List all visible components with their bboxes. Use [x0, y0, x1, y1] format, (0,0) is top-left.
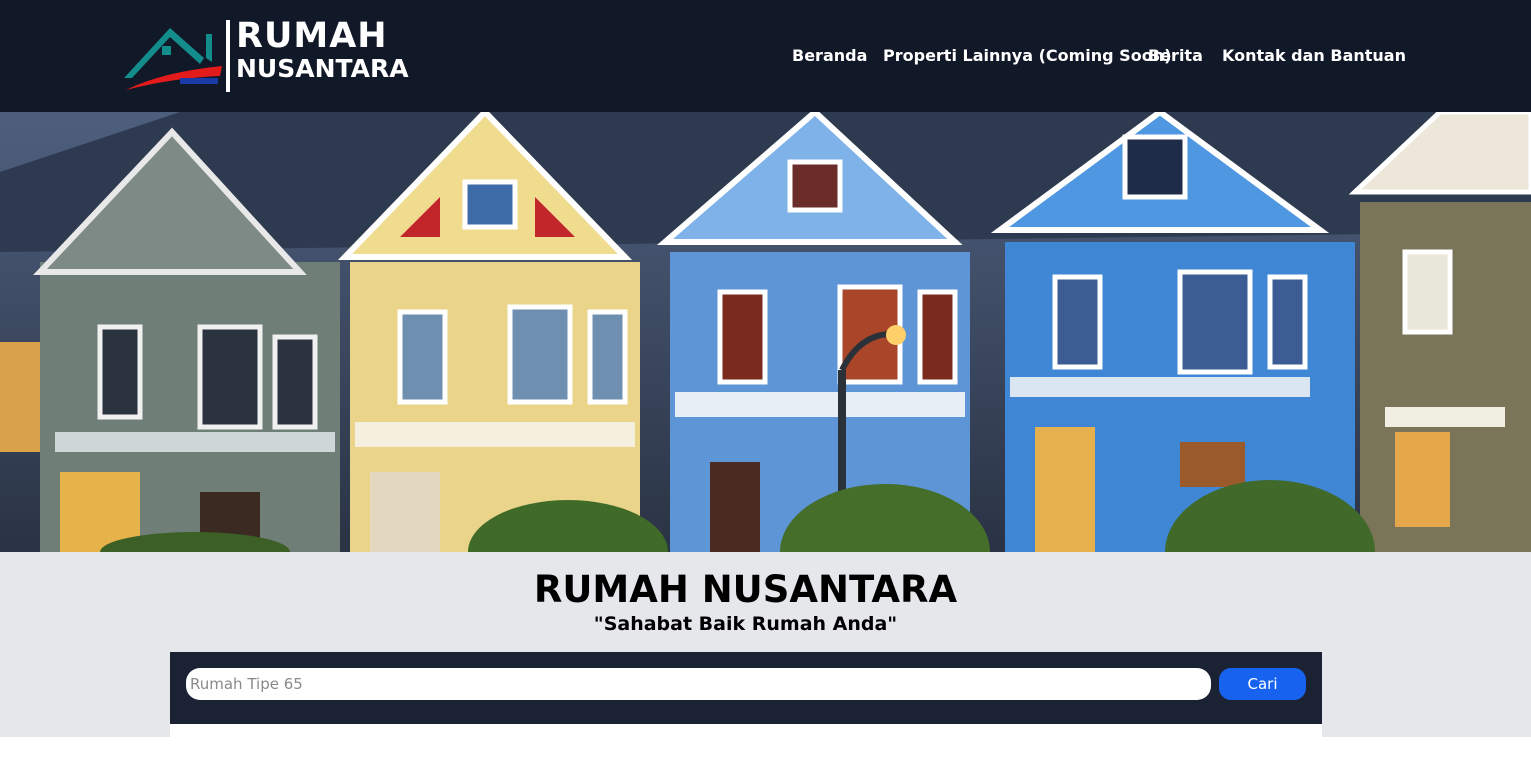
victorian-houses-illustration [0, 112, 1531, 552]
page-footer-area [0, 737, 1531, 772]
navbar: RUMAH NUSANTARA Beranda Properti Lainnya… [0, 0, 1531, 112]
logo-text-rumah: RUMAH [236, 16, 388, 56]
page-title: RUMAH NUSANTARA [533, 568, 958, 611]
hero-image [0, 112, 1531, 552]
house-logo-icon [124, 28, 222, 90]
search-panel: Cari [170, 652, 1322, 724]
results-panel [170, 724, 1322, 738]
nav-link-berita[interactable]: Berita [1148, 45, 1203, 67]
nav-link-kontak-bantuan[interactable]: Kontak dan Bantuan [1222, 45, 1406, 67]
search-button[interactable]: Cari [1219, 668, 1306, 700]
nav-link-beranda[interactable]: Beranda [792, 45, 867, 67]
tagline: "Sahabat Baik Rumah Anda" [593, 613, 898, 635]
search-input[interactable] [186, 668, 1211, 700]
logo-divider [226, 20, 230, 92]
logo[interactable]: RUMAH NUSANTARA [122, 16, 412, 96]
logo-text-nusantara: NUSANTARA [236, 54, 409, 83]
nav-link-properti-lainnya[interactable]: Properti Lainnya (Coming Soon) [883, 45, 1171, 67]
